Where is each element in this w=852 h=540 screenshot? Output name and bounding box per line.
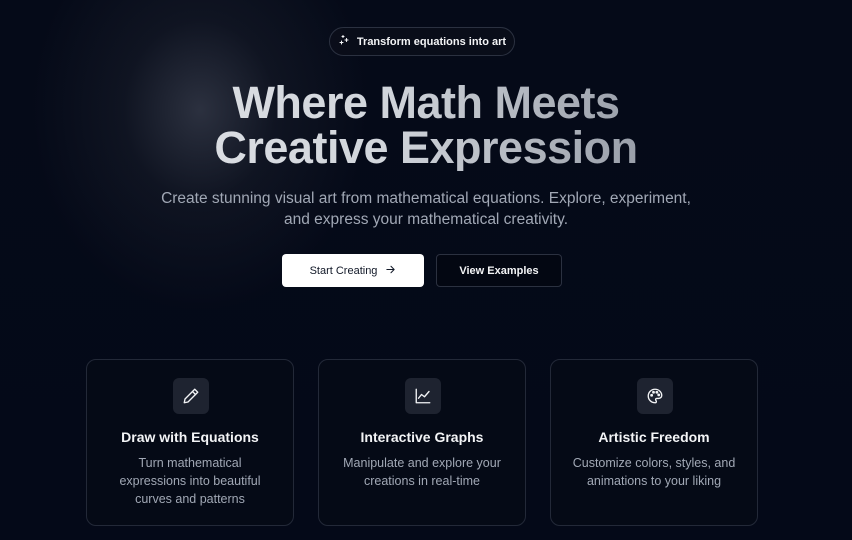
feature-title: Draw with Equations (121, 429, 259, 445)
hero-badge: Transform equations into art (329, 27, 515, 56)
badge-label: Transform equations into art (356, 35, 507, 48)
feature-desc-line: curves and patterns (135, 492, 245, 506)
feature-desc-line: expressions into beautiful (119, 474, 261, 488)
chart-line-icon (405, 378, 441, 414)
feature-desc-line: animations to your liking (586, 474, 722, 488)
feature-desc-line: Turn mathematical (138, 456, 242, 470)
landing-page: Transform equations into art Where Math … (0, 0, 852, 540)
feature-desc-line: Customize colors, styles, and (572, 456, 736, 470)
feature-description: Customize colors, styles, and animations… (551, 454, 757, 490)
feature-desc-line: Manipulate and explore your (343, 456, 501, 470)
feature-title: Interactive Graphs (360, 429, 484, 445)
feature-description: Turn mathematical expressions into beaut… (87, 454, 293, 508)
hero-subtitle-line-2: and express your mathematical creativity… (284, 211, 568, 228)
pencil-icon (173, 378, 209, 414)
view-examples-label: View Examples (459, 264, 539, 277)
feature-card-draw: Draw with Equations Turn mathematical ex… (86, 359, 294, 526)
feature-desc-line: creations in real-time (363, 474, 480, 488)
arrow-right-icon (385, 264, 396, 278)
view-examples-button[interactable]: View Examples (436, 254, 562, 287)
start-creating-label: Start Creating (309, 264, 378, 277)
hero-subtitle-line-1: Create stunning visual art from mathemat… (161, 190, 691, 207)
palette-icon (637, 378, 673, 414)
feature-title: Artistic Freedom (598, 429, 710, 445)
start-creating-button[interactable]: Start Creating (282, 254, 424, 287)
feature-card-graphs: Interactive Graphs Manipulate and explor… (318, 359, 526, 526)
feature-card-artistic: Artistic Freedom Customize colors, style… (550, 359, 758, 526)
feature-description: Manipulate and explore your creations in… (319, 454, 525, 490)
hero-title-line-1: Where Math Meets (0, 80, 852, 126)
sparkles-icon (338, 34, 350, 49)
hero-title-line-2: Creative Expression (0, 125, 852, 171)
